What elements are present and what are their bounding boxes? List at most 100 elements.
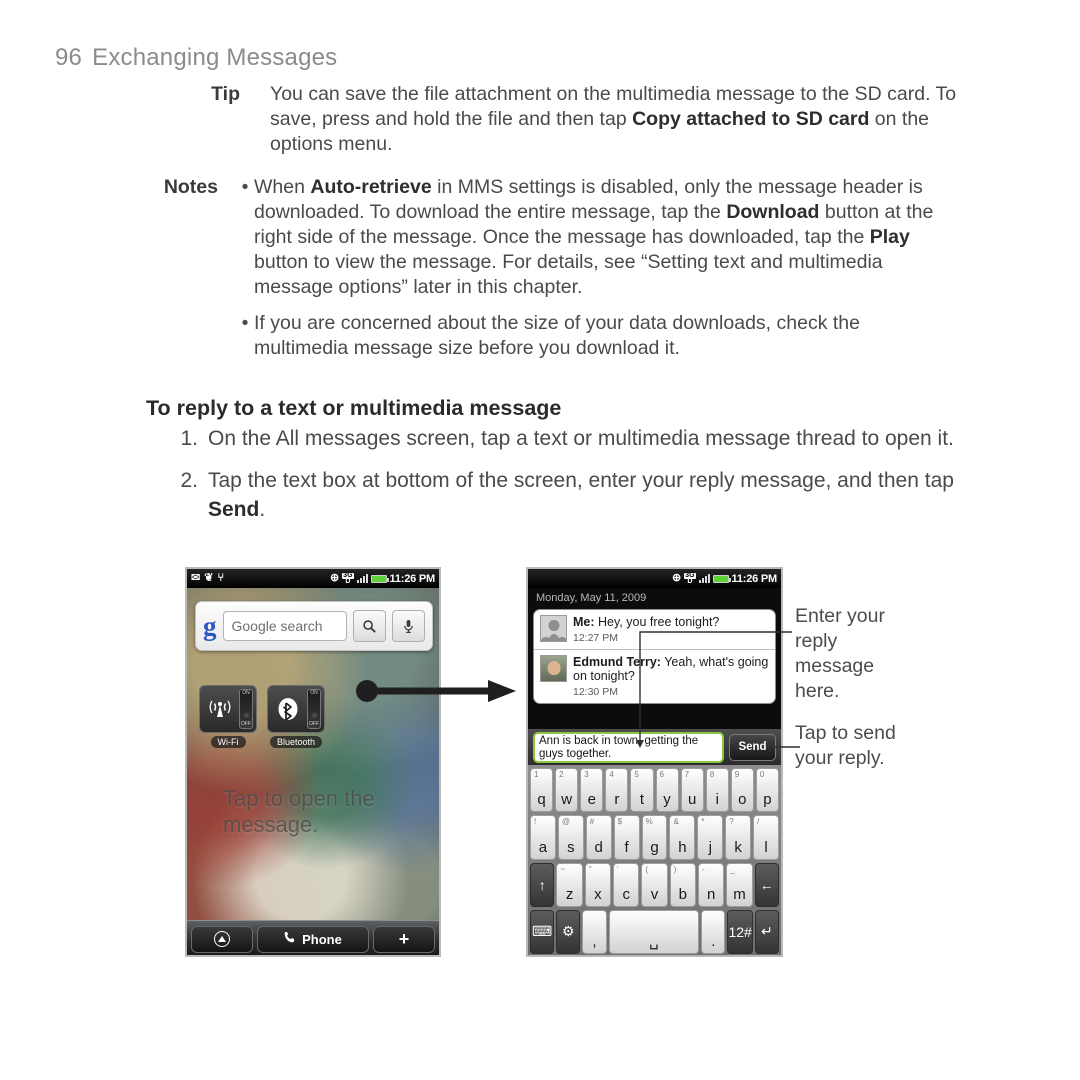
tip-text: You can save the file attachment on the … — [270, 83, 957, 155]
key-r[interactable]: 4r — [605, 768, 629, 813]
bluetooth-icon — [271, 696, 305, 722]
chapter-title: Exchanging Messages — [92, 44, 338, 71]
shift-key[interactable]: ↑ — [530, 862, 555, 907]
keyboard-switch-key[interactable]: ⌨ — [529, 909, 555, 954]
key-d[interactable]: # d — [585, 815, 612, 860]
bluetooth-toggle-widget[interactable]: ON OFF Bluetooth — [267, 685, 325, 748]
google-search-input[interactable]: Google search — [222, 611, 347, 641]
note-item: • If you are concerned about the size of… — [236, 311, 996, 361]
space-key[interactable]: ␣ — [608, 909, 700, 954]
bt-off-label: OFF — [309, 721, 319, 727]
key-e[interactable]: 3e — [580, 768, 604, 813]
status-icons-left: ✉ ❦ ⑂ — [187, 573, 224, 584]
key-n[interactable]: -n — [697, 862, 725, 907]
handset-icon — [284, 931, 297, 947]
status-bar: ✉ ❦ ⑂ ⊕ 3G D 11:26 PM — [187, 569, 439, 588]
backspace-key[interactable]: ← — [754, 862, 779, 907]
section-heading: To reply to a text or multimedia message — [146, 396, 562, 420]
key-p[interactable]: 0p — [755, 768, 779, 813]
key-f[interactable]: $ f — [613, 815, 640, 860]
key-c[interactable]: ' c — [613, 862, 640, 907]
note-text: If you are concerned about the size of y… — [254, 312, 860, 359]
callout-leader-reply — [636, 631, 792, 748]
mic-glyph — [404, 619, 413, 633]
note-text: When Auto-retrieve in MMS settings is di… — [254, 176, 934, 298]
signal-bars-icon — [698, 574, 710, 583]
key-u[interactable]: 7u — [680, 768, 704, 813]
key-x[interactable]: " x — [584, 862, 612, 907]
step-item: 2. Tap the text box at bottom of the scr… — [168, 466, 998, 524]
key-alt-label: / — [757, 817, 760, 827]
running-head: 96 Exchanging Messages — [55, 44, 337, 72]
key-l[interactable]: / l — [753, 815, 780, 860]
key-alt-label: % — [645, 817, 653, 827]
wifi-on-label: ON — [242, 690, 250, 696]
key-j[interactable]: * j — [697, 815, 724, 860]
usb-icon: ⑂ — [217, 572, 225, 584]
signal-bars-icon — [356, 574, 368, 583]
key-alt-label: ' — [617, 864, 619, 874]
key-t[interactable]: 5t — [630, 768, 654, 813]
notes-block: Notes • When Auto-retrieve in MMS settin… — [140, 175, 1000, 372]
app-drawer-button[interactable] — [191, 925, 253, 953]
battery-icon — [370, 574, 389, 583]
status-icons-right: ⊕ 3G D 11:26 PM — [672, 572, 781, 585]
home-screen-wallpaper: g Google search ON OFF Wi-Fi ON OFF Blue… — [187, 588, 439, 955]
key-alt-label: " — [588, 864, 592, 874]
key-alt-label: 1 — [534, 770, 539, 779]
phone-button[interactable]: Phone — [257, 925, 369, 953]
key-o[interactable]: 9o — [730, 768, 754, 813]
notes-label: Notes — [163, 176, 218, 198]
key-z[interactable]: ~ z — [556, 862, 583, 907]
status-clock: 11:26 PM — [389, 572, 436, 585]
key-alt-label: ( — [645, 864, 649, 874]
key-alt-label: @ — [561, 817, 571, 827]
key-b[interactable]: ) b — [669, 862, 696, 907]
gps-icon: ⊕ — [329, 572, 340, 584]
handset-glyph — [284, 931, 295, 943]
wifi-label: Wi-Fi — [210, 736, 246, 748]
key-alt-label: 4 — [609, 770, 614, 779]
key-v[interactable]: (v — [641, 862, 668, 907]
bullet-icon: • — [241, 176, 249, 198]
settings-key[interactable]: ⚙ — [556, 909, 581, 954]
add-button[interactable]: + — [373, 925, 435, 953]
key-q[interactable]: 1q — [530, 768, 554, 813]
key-k[interactable]: ? k — [725, 815, 752, 860]
key-alt-label: * — [701, 817, 705, 827]
bluetooth-toggle-box[interactable]: ON OFF — [267, 685, 325, 733]
wifi-toggle-widget[interactable]: ON OFF Wi-Fi — [199, 685, 257, 748]
home-dock: Phone + — [187, 920, 439, 955]
wifi-switch-knob[interactable] — [242, 711, 251, 720]
key-a[interactable]: ! a — [530, 815, 556, 860]
comma-key[interactable]: , — [582, 909, 607, 954]
key-s[interactable]: @ s — [557, 815, 584, 860]
status-bar: ⊕ 3G D 11:26 PM — [528, 569, 781, 588]
step-list: 1. On the All messages screen, tap a tex… — [168, 424, 998, 537]
emphasis-text: Send — [208, 498, 260, 521]
enter-key[interactable]: ↵ — [754, 909, 780, 954]
key-g[interactable]: % g — [641, 815, 668, 860]
network-sub: D — [345, 577, 351, 585]
key-alt-label: 5 — [634, 770, 639, 779]
period-key[interactable]: . — [701, 909, 726, 954]
bluetooth-switch[interactable]: ON OFF — [307, 689, 321, 729]
step-text: Tap the text box at bottom of the screen… — [208, 469, 954, 521]
key-w[interactable]: 2w — [555, 768, 579, 813]
search-icon[interactable] — [353, 610, 386, 642]
google-search-widget[interactable]: g Google search — [195, 601, 433, 651]
key-y[interactable]: 6y — [655, 768, 679, 813]
phone-screenshot-home: ✉ ❦ ⑂ ⊕ 3G D 11:26 PM g Google search ON… — [185, 567, 441, 957]
key-i[interactable]: 8i — [705, 768, 729, 813]
bluetooth-switch-knob[interactable] — [310, 711, 319, 720]
wifi-switch[interactable]: ON OFF — [239, 689, 253, 729]
microphone-icon[interactable] — [392, 610, 425, 642]
notes-list: • When Auto-retrieve in MMS settings is … — [236, 175, 996, 372]
key-alt-label: 9 — [734, 770, 740, 779]
up-arrow-icon — [214, 931, 230, 947]
wifi-toggle-box[interactable]: ON OFF — [199, 685, 257, 733]
key-m[interactable]: _ m — [726, 862, 753, 907]
key-h[interactable]: & h — [669, 815, 696, 860]
network-type-icon: 3G D — [684, 572, 696, 585]
number-symbol-key[interactable]: 12# — [727, 909, 753, 954]
